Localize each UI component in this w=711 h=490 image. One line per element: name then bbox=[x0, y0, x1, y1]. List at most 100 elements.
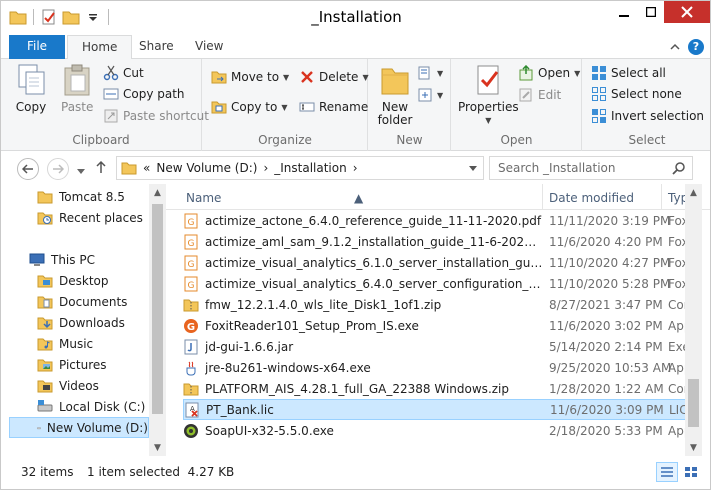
selection-info: 1 item selected 4.27 KB bbox=[87, 465, 235, 479]
tab-share[interactable]: Share bbox=[125, 35, 188, 59]
forward-button[interactable] bbox=[47, 158, 69, 180]
breadcrumb-new-volume[interactable]: New Volume (D:) bbox=[156, 161, 257, 175]
rename-button[interactable]: Rename bbox=[299, 99, 368, 115]
file-date: 11/11/2020 3:19 PM bbox=[549, 213, 671, 228]
lic-icon: A bbox=[185, 402, 199, 417]
scroll-up-arrow-icon[interactable]: ▲ bbox=[685, 184, 702, 201]
details-view-button[interactable] bbox=[656, 462, 678, 482]
tab-file[interactable]: File bbox=[9, 35, 65, 59]
back-arrow-icon bbox=[22, 164, 33, 174]
breadcrumb-separator[interactable]: › bbox=[263, 161, 268, 175]
properties-label: Properties bbox=[458, 100, 519, 114]
file-date: 11/6/2020 4:20 PM bbox=[549, 234, 663, 249]
file-date: 2/18/2020 5:33 PM bbox=[549, 423, 663, 438]
easy-access-button[interactable]: ▼ bbox=[417, 87, 443, 103]
item-count: 32 items bbox=[21, 465, 74, 479]
file-name: jre-8u261-windows-x64.exe bbox=[205, 360, 371, 375]
nav-item-new-volume-d[interactable]: New Volume (D:) bbox=[9, 417, 149, 438]
edit-button[interactable]: Edit bbox=[518, 87, 561, 103]
zip-icon bbox=[183, 299, 199, 311]
nav-item-label: Desktop bbox=[59, 273, 109, 288]
file-row[interactable]: G actimize_visual_analytics_6.1.0_server… bbox=[183, 252, 693, 273]
select-all-button[interactable]: Select all bbox=[591, 65, 666, 81]
help-icon[interactable]: ? bbox=[688, 39, 704, 55]
column-date-modified[interactable]: Date modified bbox=[549, 191, 634, 205]
file-row[interactable]: G FoxitReader101_Setup_Prom_IS.exe 11/6/… bbox=[183, 315, 693, 336]
recent-locations-icon[interactable] bbox=[77, 164, 85, 178]
computer-icon bbox=[29, 253, 45, 266]
clipboard-group: Copy Paste Cut Copy path Paste shortcut … bbox=[1, 59, 209, 151]
address-overflow-chevron[interactable]: « bbox=[143, 161, 150, 175]
scroll-down-arrow-icon[interactable]: ▼ bbox=[149, 439, 166, 456]
file-list-scrollbar[interactable]: ▲ ▼ bbox=[685, 184, 702, 456]
copy-button[interactable]: Copy bbox=[15, 63, 47, 114]
refresh-button[interactable] bbox=[464, 157, 482, 179]
minimize-button[interactable] bbox=[610, 1, 637, 23]
scrollbar-thumb[interactable] bbox=[152, 204, 163, 414]
file-row[interactable]: G actimize_actone_6.4.0_reference_guide_… bbox=[183, 210, 693, 231]
jar-icon bbox=[184, 339, 198, 354]
file-row[interactable]: SoapUI-x32-5.5.0.exe 2/18/2020 5:33 PM A… bbox=[183, 420, 693, 441]
ribbon: Copy Paste Cut Copy path Paste shortcut … bbox=[1, 59, 710, 151]
copy-path-button[interactable]: Copy path bbox=[103, 86, 185, 102]
up-button[interactable] bbox=[95, 160, 107, 177]
file-name: SoapUI-x32-5.5.0.exe bbox=[205, 423, 334, 438]
new-item-button[interactable]: ▼ bbox=[417, 65, 443, 81]
file-date: 11/6/2020 3:09 PM bbox=[550, 402, 664, 417]
cut-label: Cut bbox=[123, 66, 144, 80]
new-folder-button[interactable]: New folder bbox=[375, 63, 415, 127]
copy-to-button[interactable]: Copy to ▼ bbox=[211, 99, 287, 115]
file-row[interactable]: G actimize_visual_analytics_6.4.0_server… bbox=[183, 273, 693, 294]
paste-button[interactable]: Paste bbox=[61, 63, 93, 114]
new-item-dropdown-icon: ▼ bbox=[437, 68, 444, 78]
navigation-pane: Tomcat 8.5 Recent places This PC Desktop… bbox=[1, 184, 166, 456]
scroll-down-arrow-icon[interactable]: ▼ bbox=[685, 439, 702, 456]
nav-pane-scrollbar[interactable]: ▲ ▼ bbox=[149, 184, 166, 456]
cut-button[interactable]: Cut bbox=[103, 65, 144, 81]
expand-ribbon-icon[interactable] bbox=[670, 40, 680, 54]
column-divider[interactable] bbox=[661, 184, 662, 210]
back-button[interactable] bbox=[17, 158, 39, 180]
paste-icon bbox=[64, 64, 90, 96]
svg-text:G: G bbox=[188, 281, 195, 291]
column-divider[interactable] bbox=[542, 184, 543, 210]
large-icons-view-button[interactable] bbox=[680, 462, 702, 482]
file-row[interactable]: PLATFORM_AIS_4.28.1_full_GA_22388 Window… bbox=[183, 378, 693, 399]
file-date: 1/28/2020 1:22 AM bbox=[549, 381, 664, 396]
nav-item-label: Local Disk (C:) bbox=[59, 399, 146, 414]
documents-folder-icon bbox=[37, 296, 53, 308]
paste-label: Paste bbox=[61, 100, 94, 114]
open-label: Open bbox=[538, 66, 571, 80]
copy-folder-icon bbox=[211, 101, 227, 114]
breadcrumb-separator[interactable]: › bbox=[353, 161, 358, 175]
address-bar[interactable]: « New Volume (D:) › _Installation › bbox=[116, 156, 484, 180]
breadcrumb-installation[interactable]: _Installation bbox=[274, 161, 346, 175]
search-box[interactable]: Search _Installation bbox=[489, 156, 693, 180]
open-button[interactable]: Open ▼ bbox=[518, 65, 580, 81]
column-name[interactable]: Name bbox=[186, 191, 221, 205]
open-icon bbox=[519, 65, 533, 81]
scrollbar-thumb[interactable] bbox=[688, 379, 699, 427]
tab-view[interactable]: View bbox=[181, 35, 237, 59]
delete-x-icon bbox=[301, 71, 313, 83]
tab-home[interactable]: Home bbox=[67, 35, 133, 60]
up-arrow-icon bbox=[96, 160, 106, 173]
maximize-button[interactable] bbox=[637, 1, 664, 23]
file-row-selected[interactable]: A PT_Bank.lic 11/6/2020 3:09 PM LIC bbox=[183, 399, 693, 420]
delete-dropdown-icon: ▼ bbox=[362, 72, 369, 82]
invert-selection-button[interactable]: Invert selection bbox=[591, 108, 704, 124]
delete-button[interactable]: Delete ▼ bbox=[299, 69, 369, 85]
select-none-button[interactable]: Select none bbox=[591, 86, 682, 102]
scroll-up-arrow-icon[interactable]: ▲ bbox=[149, 184, 166, 201]
paste-shortcut-button[interactable]: Paste shortcut bbox=[103, 108, 209, 124]
close-button[interactable] bbox=[664, 1, 710, 23]
pdf-icon: G bbox=[184, 213, 198, 228]
move-to-button[interactable]: Move to ▼ bbox=[211, 69, 289, 85]
file-row[interactable]: jre-8u261-windows-x64.exe 9/25/2020 10:5… bbox=[183, 357, 693, 378]
file-row[interactable]: G actimize_aml_sam_9.1.2_installation_gu… bbox=[183, 231, 693, 252]
file-row[interactable]: fmw_12.2.1.4.0_wls_lite_Disk1_1of1.zip 8… bbox=[183, 294, 693, 315]
nav-item-label: Music bbox=[59, 336, 94, 351]
file-row[interactable]: jd-gui-1.6.6.jar 5/14/2020 2:14 PM Exe bbox=[183, 336, 693, 357]
address-folder-icon bbox=[121, 162, 137, 175]
properties-button[interactable]: Properties ▼ bbox=[458, 63, 519, 127]
